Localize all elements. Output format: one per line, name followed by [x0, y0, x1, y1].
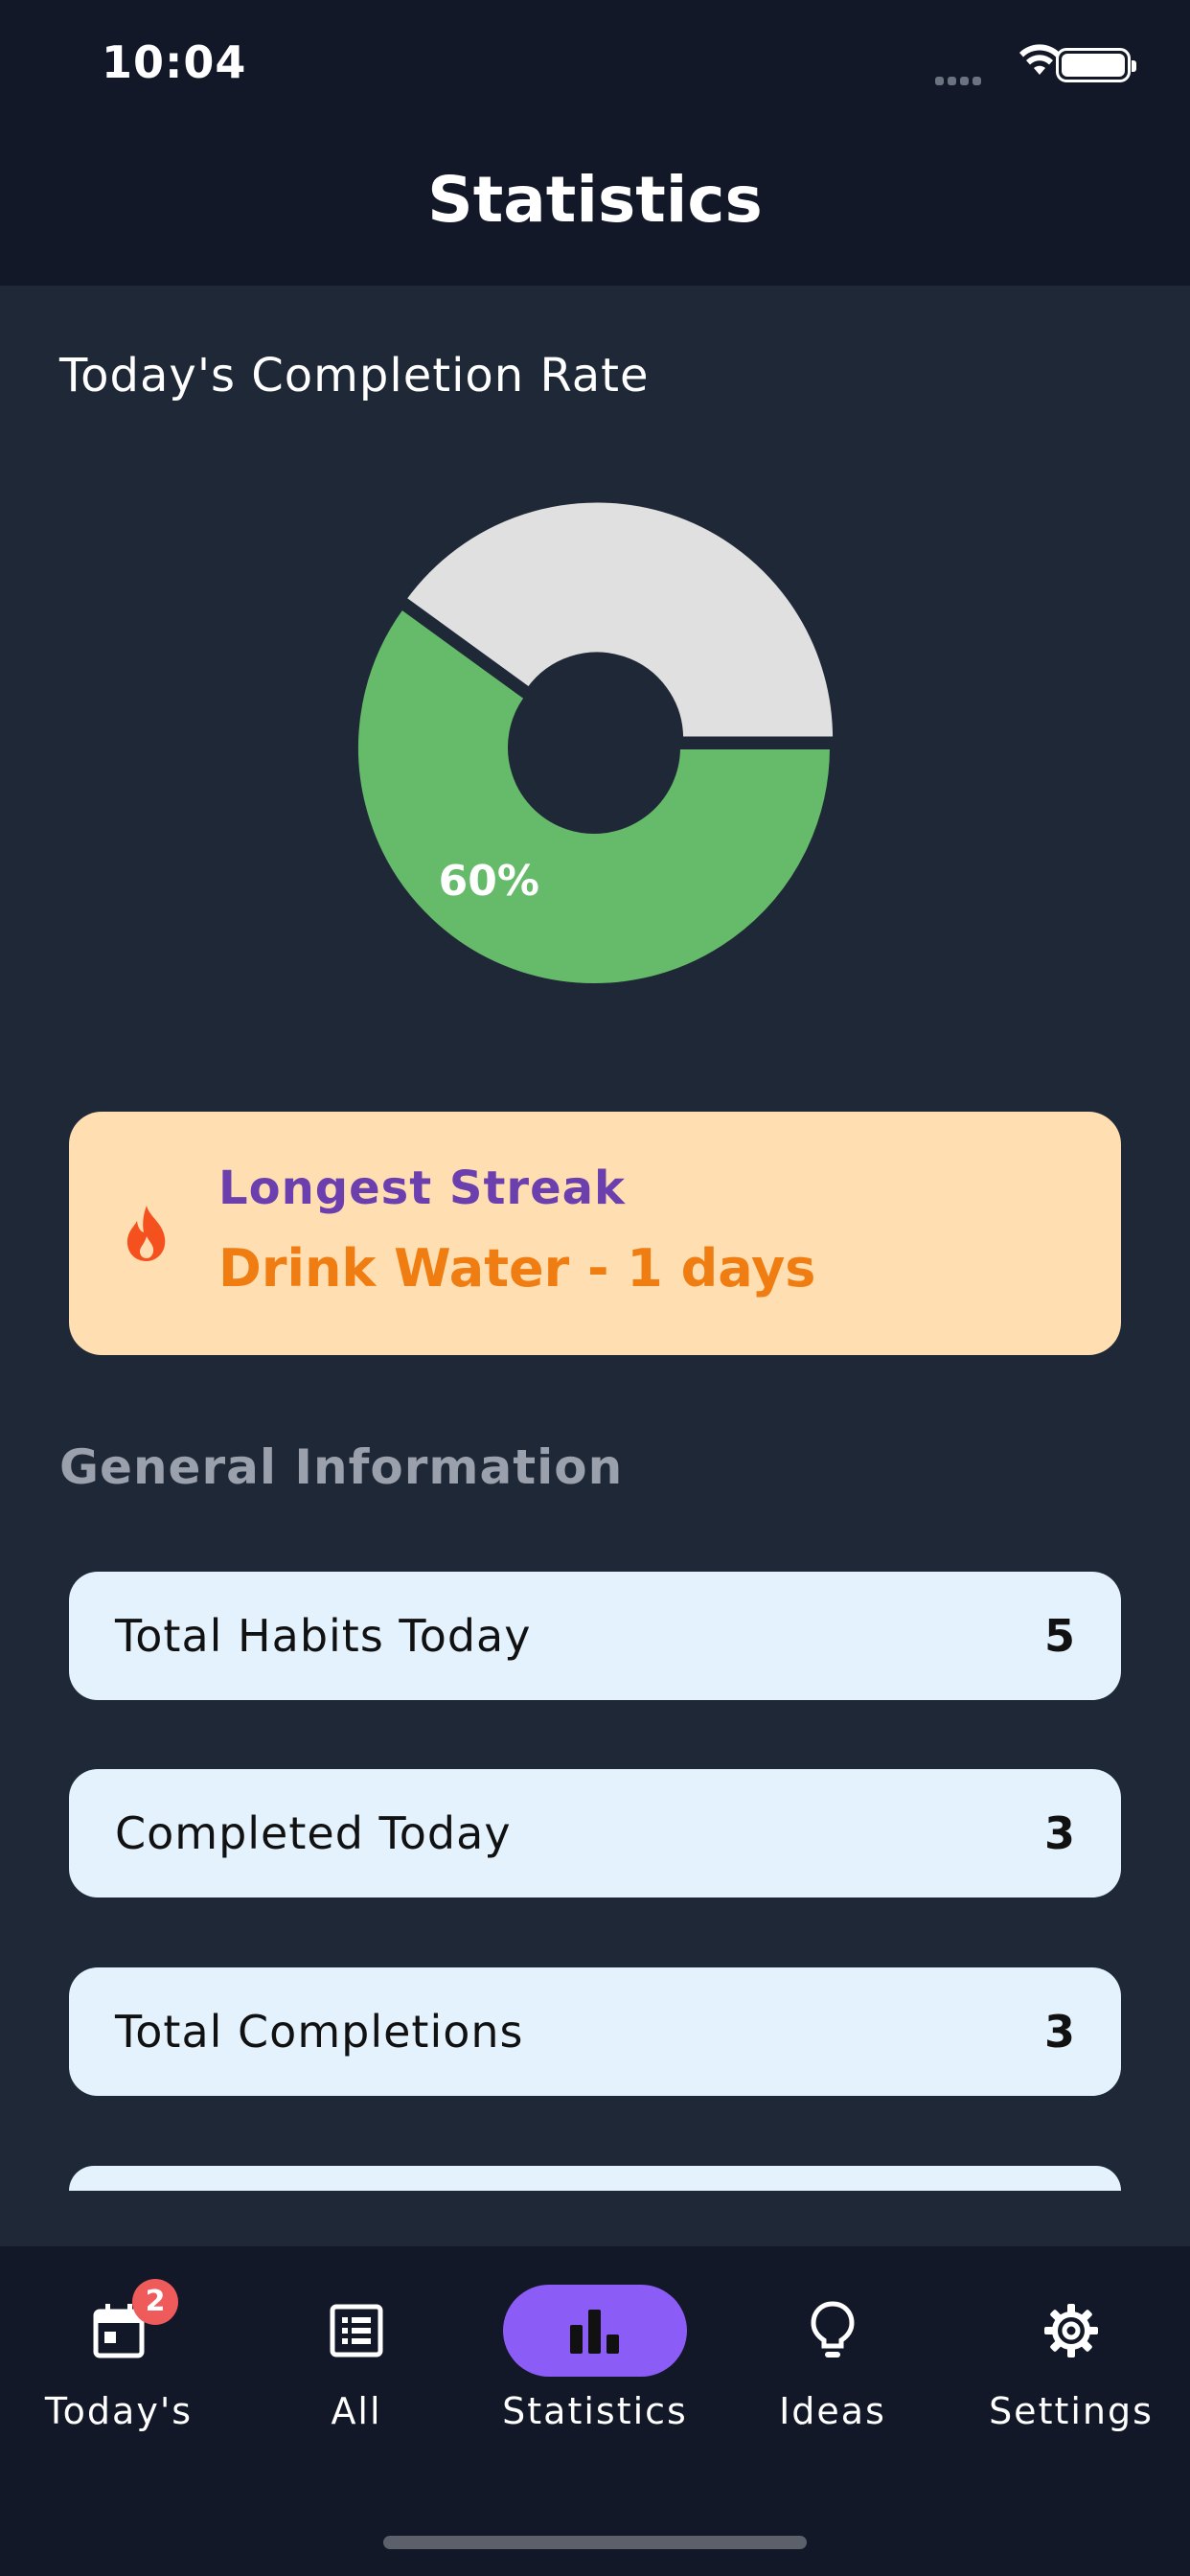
nav-icon-wrap — [741, 2285, 925, 2377]
streak-label: Longest Streak — [218, 1162, 626, 1215]
stat-value: 5 — [1043, 1610, 1075, 1662]
longest-streak-card: Longest Streak Drink Water - 1 days — [69, 1112, 1121, 1355]
nav-item-todays[interactable]: 2 Today's — [0, 2279, 238, 2432]
donut-percent-label: 60% — [439, 857, 539, 906]
nav-item-statistics[interactable]: Statistics — [476, 2285, 714, 2432]
completion-heading: Today's Completion Rate — [59, 349, 650, 402]
nav-label: All — [331, 2390, 382, 2432]
status-icons — [920, 42, 1136, 88]
status-time: 10:04 — [102, 36, 247, 88]
nav-icon-wrap — [979, 2285, 1163, 2377]
nav-icon-wrap — [264, 2285, 448, 2377]
stat-row-completed-today: Completed Today 3 — [69, 1769, 1121, 1898]
notification-badge: 2 — [132, 2279, 178, 2325]
fire-icon — [126, 1206, 166, 1261]
list-icon — [330, 2304, 383, 2358]
bar-chart-icon — [570, 2310, 619, 2354]
signal-icon — [935, 71, 989, 85]
nav-label: Ideas — [779, 2390, 886, 2432]
nav-label: Settings — [989, 2390, 1154, 2432]
nav-item-settings[interactable]: Settings — [952, 2285, 1190, 2432]
streak-value: Drink Water - 1 days — [218, 1238, 816, 1299]
completion-donut-chart: 60% — [355, 498, 837, 987]
general-info-heading: General Information — [59, 1439, 624, 1495]
home-indicator — [383, 2536, 807, 2549]
page-title: Statistics — [427, 163, 763, 237]
nav-item-ideas[interactable]: Ideas — [714, 2285, 951, 2432]
nav-label: Statistics — [502, 2390, 688, 2432]
stat-row-total-completions: Total Completions 3 — [69, 1967, 1121, 2096]
nav-icon-wrap-active — [503, 2285, 687, 2377]
stat-row-partial — [69, 2166, 1121, 2191]
bottom-navigation: 2 Today's All Statistics Ideas Settings — [0, 2246, 1190, 2576]
nav-icon-wrap: 2 — [27, 2279, 211, 2377]
stat-label: Total Habits Today — [115, 1610, 532, 1662]
lightbulb-icon — [811, 2301, 855, 2358]
stat-value: 3 — [1043, 2006, 1075, 2058]
stat-row-total-habits: Total Habits Today 5 — [69, 1572, 1121, 1700]
nav-label: Today's — [44, 2390, 194, 2432]
stat-label: Completed Today — [115, 1807, 512, 1859]
nav-item-all[interactable]: All — [238, 2285, 475, 2432]
stat-value: 3 — [1043, 1807, 1075, 1859]
top-bar: 10:04 Statistics — [0, 0, 1190, 286]
gear-icon — [1044, 2304, 1098, 2358]
battery-icon — [1056, 48, 1136, 82]
stat-label: Total Completions — [115, 2006, 524, 2058]
